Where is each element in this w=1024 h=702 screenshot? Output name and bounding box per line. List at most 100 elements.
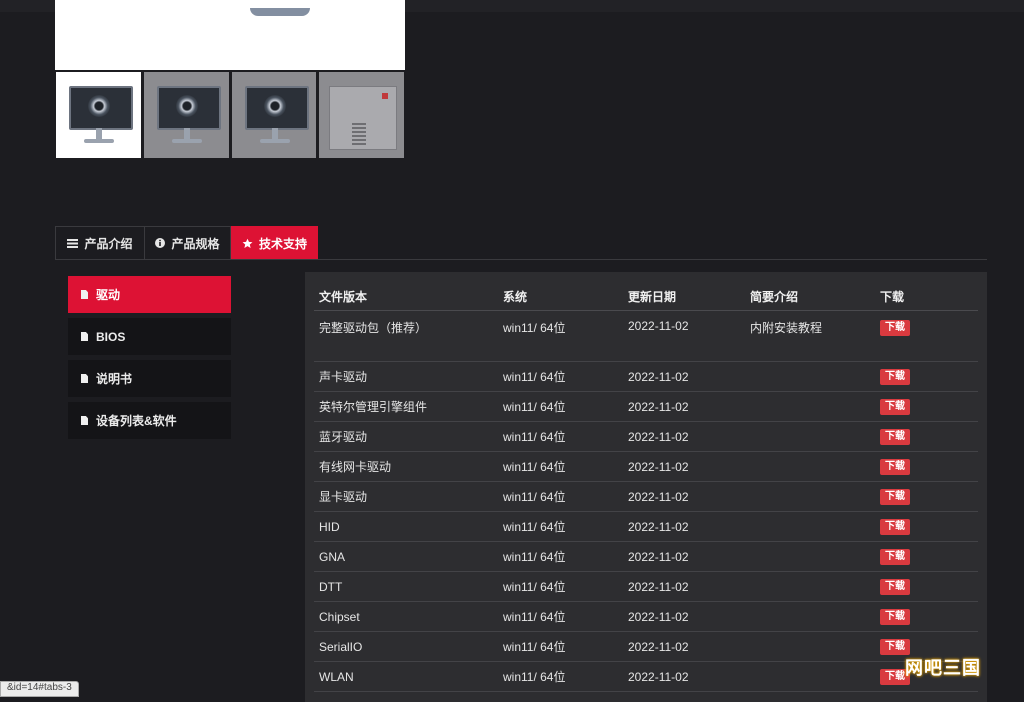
system-cell: win11/ 64位 xyxy=(498,421,623,452)
thumbnail-1[interactable] xyxy=(55,71,142,159)
support-sidebar: 驱动 BIOS 说明书 设备列表&软件 xyxy=(68,276,231,444)
date-cell: 2022-11-02 xyxy=(623,631,745,662)
document-icon xyxy=(81,374,88,383)
system-cell: win11/ 64位 xyxy=(498,541,623,572)
info-icon xyxy=(155,238,166,248)
file-name-cell: WLAN xyxy=(314,661,498,692)
thumbnail-strip xyxy=(55,71,406,159)
table-row: Chipset win11/ 64位 2022-11-02 下载 xyxy=(314,601,978,632)
tab-label: 产品介绍 xyxy=(84,236,133,251)
file-name-cell: 英特尔管理引擎组件 xyxy=(314,391,498,422)
download-button[interactable]: 下载 xyxy=(880,429,910,445)
download-cell: 下载 xyxy=(875,541,978,572)
download-button[interactable]: 下载 xyxy=(880,549,910,565)
system-cell: win11/ 64位 xyxy=(498,310,623,362)
download-button[interactable]: 下载 xyxy=(880,369,910,385)
table-row: WLAN win11/ 64位 2022-11-02 下载 xyxy=(314,661,978,692)
table-row: SerialIO win11/ 64位 2022-11-02 下载 xyxy=(314,631,978,662)
monitor-back-image xyxy=(329,86,398,150)
thumbnail-2[interactable] xyxy=(142,71,230,159)
date-cell: 2022-11-02 xyxy=(623,391,745,422)
tab-product-specs[interactable]: 产品规格 xyxy=(144,226,231,259)
monitor-image xyxy=(244,86,309,130)
download-button[interactable]: 下载 xyxy=(880,399,910,415)
sidebar-item-label: 驱动 xyxy=(96,288,121,302)
date-cell: 2022-11-02 xyxy=(623,451,745,482)
download-cell: 下载 xyxy=(875,511,978,542)
download-cell: 下载 xyxy=(875,310,978,362)
description-cell xyxy=(745,631,875,662)
document-icon xyxy=(81,416,88,425)
description-cell xyxy=(745,361,875,392)
description-cell xyxy=(745,451,875,482)
table-row: 声卡驱动 win11/ 64位 2022-11-02 下载 xyxy=(314,361,978,392)
monitor-stand-image xyxy=(250,8,310,16)
description-cell xyxy=(745,541,875,572)
tab-label: 产品规格 xyxy=(171,236,220,251)
table-row: 完整驱动包（推荐） win11/ 64位 2022-11-02 内附安装教程 下载 xyxy=(314,310,978,362)
table-row: HID win11/ 64位 2022-11-02 下载 xyxy=(314,511,978,542)
list-icon xyxy=(67,238,79,248)
description-cell: 内附安装教程 xyxy=(745,310,875,362)
driver-table: 文件版本 系统 更新日期 简要介绍 下载 完整驱动包（推荐） win11/ 64位… xyxy=(314,282,978,692)
download-button[interactable]: 下载 xyxy=(880,320,910,336)
description-cell xyxy=(745,511,875,542)
date-cell: 2022-11-02 xyxy=(623,601,745,632)
star-icon xyxy=(242,238,253,249)
watermark-logo: 网吧三国 xyxy=(905,658,981,678)
thumbnail-3[interactable] xyxy=(230,71,318,159)
download-cell: 下载 xyxy=(875,361,978,392)
tab-tech-support[interactable]: 技术支持 xyxy=(231,226,318,259)
date-cell: 2022-11-02 xyxy=(623,541,745,572)
system-cell: win11/ 64位 xyxy=(498,631,623,662)
download-cell: 下载 xyxy=(875,481,978,512)
sidebar-item-bios[interactable]: BIOS xyxy=(68,318,231,355)
description-cell xyxy=(745,661,875,692)
file-name-cell: GNA xyxy=(314,541,498,572)
driver-panel: 文件版本 系统 更新日期 简要介绍 下载 完整驱动包（推荐） win11/ 64位… xyxy=(305,272,987,702)
description-cell xyxy=(745,421,875,452)
product-tabs: 产品介绍 产品规格 技术支持 xyxy=(55,226,987,260)
header-description: 简要介绍 xyxy=(745,282,875,311)
file-name-cell: HID xyxy=(314,511,498,542)
file-name-cell: 完整驱动包（推荐） xyxy=(314,310,498,362)
date-cell: 2022-11-02 xyxy=(623,421,745,452)
thumbnail-4[interactable] xyxy=(318,71,405,159)
file-name-cell: 显卡驱动 xyxy=(314,481,498,512)
system-cell: win11/ 64位 xyxy=(498,361,623,392)
description-cell xyxy=(745,571,875,602)
sidebar-item-device-list[interactable]: 设备列表&软件 xyxy=(68,402,231,439)
tab-label: 技术支持 xyxy=(258,236,307,251)
table-header-row: 文件版本 系统 更新日期 简要介绍 下载 xyxy=(314,282,978,311)
product-main-image xyxy=(55,0,405,70)
download-button[interactable]: 下载 xyxy=(880,459,910,475)
monitor-image xyxy=(69,86,133,130)
download-button[interactable]: 下载 xyxy=(880,579,910,595)
download-button[interactable]: 下载 xyxy=(880,519,910,535)
download-button[interactable]: 下载 xyxy=(880,639,910,655)
header-download: 下载 xyxy=(875,282,978,311)
download-button[interactable]: 下载 xyxy=(880,609,910,625)
file-name-cell: 蓝牙驱动 xyxy=(314,421,498,452)
date-cell: 2022-11-02 xyxy=(623,481,745,512)
description-cell xyxy=(745,601,875,632)
system-cell: win11/ 64位 xyxy=(498,661,623,692)
download-cell: 下载 xyxy=(875,571,978,602)
sidebar-item-manual[interactable]: 说明书 xyxy=(68,360,231,397)
system-cell: win11/ 64位 xyxy=(498,601,623,632)
table-row: DTT win11/ 64位 2022-11-02 下载 xyxy=(314,571,978,602)
download-button[interactable]: 下载 xyxy=(880,489,910,505)
download-cell: 下载 xyxy=(875,421,978,452)
system-cell: win11/ 64位 xyxy=(498,391,623,422)
sidebar-item-drivers[interactable]: 驱动 xyxy=(68,276,231,313)
description-cell xyxy=(745,391,875,422)
monitor-image xyxy=(156,86,221,130)
tab-product-intro[interactable]: 产品介绍 xyxy=(55,226,145,259)
table-row: 有线网卡驱动 win11/ 64位 2022-11-02 下载 xyxy=(314,451,978,482)
date-cell: 2022-11-02 xyxy=(623,571,745,602)
date-cell: 2022-11-02 xyxy=(623,361,745,392)
table-row: 显卡驱动 win11/ 64位 2022-11-02 下载 xyxy=(314,481,978,512)
file-name-cell: 有线网卡驱动 xyxy=(314,451,498,482)
table-row: 英特尔管理引擎组件 win11/ 64位 2022-11-02 下载 xyxy=(314,391,978,422)
system-cell: win11/ 64位 xyxy=(498,511,623,542)
